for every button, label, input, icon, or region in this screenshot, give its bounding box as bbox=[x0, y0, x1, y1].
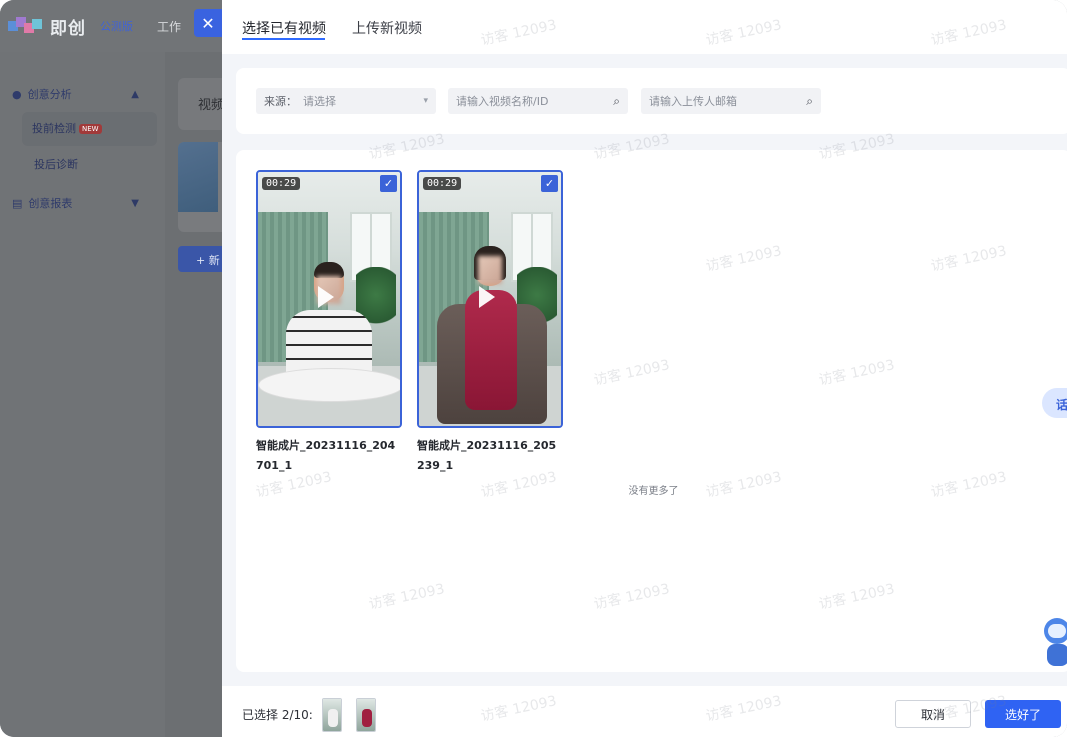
video-thumbnail[interactable]: 00:29 ✓ bbox=[256, 170, 402, 428]
checkbox-checked-icon[interactable]: ✓ bbox=[541, 175, 558, 192]
drawer-footer: 已选择 2/10: 取消 选好了 bbox=[222, 686, 1067, 737]
main-area: 视频 + 新 bbox=[165, 52, 238, 737]
upload-illustration bbox=[178, 142, 218, 212]
nav-workspace[interactable]: 工作 bbox=[157, 18, 181, 35]
play-icon[interactable] bbox=[479, 286, 495, 308]
sidebar-item-diagnosis[interactable]: 投后诊断 bbox=[24, 148, 157, 182]
chevron-down-icon: ▾ bbox=[423, 96, 428, 106]
no-more-text: 没有更多了 bbox=[628, 486, 679, 497]
search-icon[interactable]: ⌕ bbox=[806, 94, 813, 109]
report-icon: ▤ bbox=[12, 196, 23, 210]
video-card[interactable]: 00:29 ✓ 智能成片_20231116_205239_1 bbox=[417, 170, 563, 476]
video-name-input[interactable]: 请输入视频名称/ID ⌕ bbox=[448, 88, 628, 114]
sidebar-item-label: 投前检测 bbox=[32, 122, 76, 135]
uploader-email-placeholder: 请输入上传人邮箱 bbox=[649, 95, 737, 108]
video-name-placeholder: 请输入视频名称/ID bbox=[456, 95, 549, 108]
video-name: 智能成片_20231116_204701_1 bbox=[256, 439, 396, 472]
play-icon[interactable] bbox=[318, 286, 334, 308]
selected-count: 已选择 2/10: bbox=[242, 708, 313, 722]
video-card[interactable]: 00:29 ✓ 智能成片_20231116_204701_1 bbox=[256, 170, 402, 476]
new-badge: NEW bbox=[79, 124, 102, 134]
sidebar-group-analysis[interactable]: ● 创意分析 ▲ bbox=[0, 78, 165, 110]
floating-chat-button[interactable]: 话 bbox=[1042, 388, 1067, 418]
tab-bar: 选择已有视频 上传新视频 bbox=[222, 0, 1067, 54]
screen: { "app": { "name": "即创", "badge": "公测版",… bbox=[0, 0, 1067, 737]
selected-thumbnail[interactable] bbox=[356, 698, 376, 732]
sidebar-item-label: 投后诊断 bbox=[34, 158, 78, 171]
video-duration: 00:29 bbox=[423, 177, 462, 190]
confirm-button[interactable]: 选好了 bbox=[985, 700, 1061, 728]
source-label: 来源： bbox=[264, 95, 297, 108]
search-icon[interactable]: ⌕ bbox=[613, 94, 620, 109]
video-duration: 00:29 bbox=[262, 177, 301, 190]
beta-badge: 公测版 bbox=[100, 20, 133, 33]
video-thumbnail[interactable]: 00:29 ✓ bbox=[417, 170, 563, 428]
cancel-button[interactable]: 取消 bbox=[895, 700, 971, 728]
app-name: 即创 bbox=[50, 18, 86, 39]
checkbox-checked-icon[interactable]: ✓ bbox=[380, 175, 397, 192]
assistant-robot-icon[interactable] bbox=[1042, 618, 1067, 670]
selected-thumbnail[interactable] bbox=[322, 698, 342, 732]
select-video-drawer: 选择已有视频 上传新视频 来源： 请选择 ▾ 请输入视频名称/ID ⌕ 请输入上… bbox=[222, 0, 1067, 737]
logo-icon bbox=[8, 15, 44, 37]
location-pin-icon: ● bbox=[12, 87, 22, 101]
tab-upload-new[interactable]: 上传新视频 bbox=[352, 18, 422, 38]
sidebar-group-label: 创意分析 bbox=[27, 88, 72, 101]
chevron-down-icon: ▼ bbox=[131, 197, 139, 209]
tab-select-existing[interactable]: 选择已有视频 bbox=[242, 18, 326, 38]
video-grid: 00:29 ✓ 智能成片_20231116_204701_1 00:29 ✓ 智… bbox=[236, 150, 1067, 672]
source-select[interactable]: 来源： 请选择 ▾ bbox=[256, 88, 436, 114]
filter-bar: 来源： 请选择 ▾ 请输入视频名称/ID ⌕ 请输入上传人邮箱 ⌕ bbox=[236, 68, 1067, 134]
active-tab-indicator bbox=[242, 38, 325, 40]
sidebar-group-label: 创意报表 bbox=[28, 197, 73, 210]
sidebar: ● 创意分析 ▲ 投前检测 NEW 投后诊断 ▤ 创意报表 ▼ bbox=[0, 52, 165, 737]
sidebar-group-reports[interactable]: ▤ 创意报表 ▼ bbox=[0, 188, 165, 218]
chevron-up-icon: ▲ bbox=[131, 88, 139, 100]
uploader-email-input[interactable]: 请输入上传人邮箱 ⌕ bbox=[641, 88, 821, 114]
sidebar-item-precheck[interactable]: 投前检测 NEW bbox=[22, 112, 157, 146]
source-placeholder: 请选择 bbox=[303, 95, 336, 108]
video-name: 智能成片_20231116_205239_1 bbox=[417, 439, 557, 472]
close-drawer-button[interactable]: ✕ bbox=[194, 9, 222, 37]
app-header: 即创 公测版 工作 bbox=[0, 0, 222, 52]
